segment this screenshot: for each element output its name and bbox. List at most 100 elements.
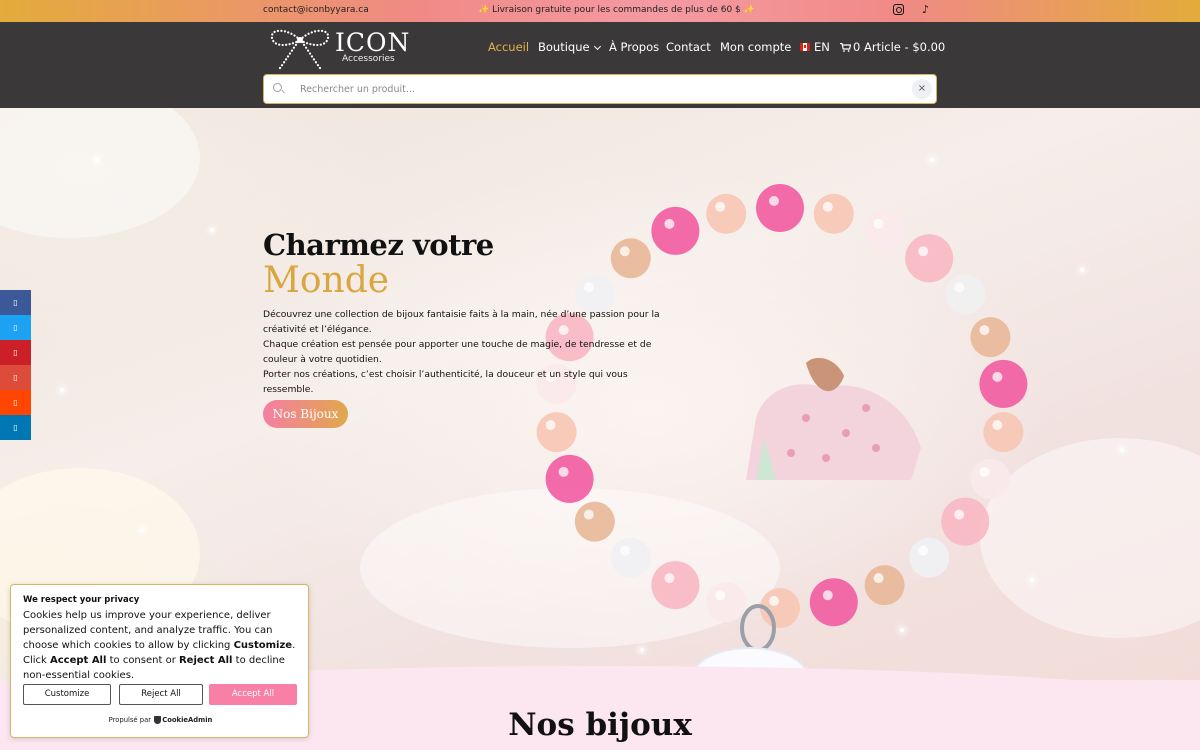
- tiktok-icon[interactable]: ♪: [922, 3, 929, 16]
- hero-title-line1: Charmez votre: [263, 228, 494, 262]
- instagram-icon[interactable]: [893, 4, 904, 15]
- clear-search-button[interactable]: ×: [912, 79, 932, 99]
- nav-account[interactable]: Mon compte: [720, 40, 791, 54]
- nav-home[interactable]: Accueil: [488, 40, 529, 54]
- brand-tagline: Accessories: [342, 54, 395, 64]
- bead: [813, 193, 854, 234]
- bead: [941, 497, 990, 546]
- cookieadmin-link[interactable]: CookieAdmin: [162, 716, 212, 724]
- sparkle: [60, 388, 64, 392]
- share-reddit-button[interactable]: ▯: [0, 390, 31, 415]
- shop-jewelry-button[interactable]: Nos Bijoux: [263, 400, 348, 428]
- bead: [864, 565, 905, 606]
- bead: [864, 210, 905, 251]
- bead-highlight: [873, 573, 884, 584]
- brand-name[interactable]: ICON: [335, 28, 410, 57]
- hero-description-3: Porter nos créations, c’est choisir l’au…: [263, 369, 628, 395]
- bead-highlight: [873, 218, 884, 229]
- shield-icon: [154, 716, 162, 724]
- cookie-accept-button[interactable]: Accept All: [209, 684, 297, 705]
- bead-highlight: [769, 196, 779, 206]
- sparkle: [140, 528, 144, 532]
- bead-highlight: [545, 420, 556, 431]
- bead: [651, 206, 700, 255]
- bead: [809, 578, 858, 627]
- share-pinterest-button[interactable]: ▯: [0, 340, 31, 365]
- bead-highlight: [619, 545, 630, 556]
- nav-about[interactable]: À Propos: [609, 40, 659, 54]
- cookie-title: We respect your privacy: [23, 595, 140, 605]
- canada-flag-icon: [800, 42, 810, 51]
- bead: [983, 412, 1024, 453]
- bead-highlight: [583, 282, 594, 293]
- bead-highlight: [822, 201, 833, 212]
- bead-highlight: [769, 596, 779, 606]
- share-google-button[interactable]: ▯: [0, 365, 31, 390]
- bead-highlight: [583, 509, 594, 520]
- sparkle: [1120, 448, 1124, 452]
- sparkle: [95, 158, 99, 162]
- cookie-message: Cookies help us improve your experience,…: [23, 608, 303, 683]
- contact-email-link[interactable]: contact@iconbyyara.ca: [263, 5, 369, 15]
- bead: [545, 454, 594, 503]
- share-facebook-button[interactable]: ▯: [0, 290, 31, 315]
- powered-by-label: Propulsé par: [108, 716, 152, 724]
- sparkle: [210, 228, 214, 232]
- search-icon[interactable]: [273, 83, 282, 92]
- bead-highlight: [954, 509, 965, 520]
- cookie-text-reject: Reject All: [178, 655, 233, 666]
- nav-shop-label: Boutique: [538, 40, 590, 54]
- share-twitter-button[interactable]: ▯: [0, 315, 31, 340]
- bead: [756, 184, 804, 232]
- bead: [706, 193, 747, 234]
- bead-highlight: [992, 371, 1003, 382]
- cart-summary: 0 Article - $0.00: [853, 40, 946, 54]
- bead-highlight: [918, 246, 929, 257]
- bead: [979, 359, 1028, 408]
- language-label: EN: [814, 40, 830, 54]
- cookie-text-customize: Customize: [233, 640, 293, 651]
- bead: [970, 458, 1011, 499]
- bead: [706, 582, 747, 623]
- bead: [651, 561, 700, 610]
- search-input[interactable]: [300, 80, 890, 98]
- bead-highlight: [715, 201, 726, 212]
- hero-description-1: Découvrez une collection de bijoux fanta…: [263, 309, 660, 335]
- bead: [610, 537, 651, 578]
- bead: [909, 537, 950, 578]
- bead-highlight: [918, 545, 929, 556]
- site-header: ICON Accessories Accueil Boutique À Prop…: [0, 22, 1200, 108]
- hero-title-line2: Monde: [263, 260, 390, 301]
- bead-highlight: [664, 573, 675, 584]
- girl-photo: [746, 357, 921, 480]
- sparkle: [1080, 268, 1084, 272]
- cookie-text: to consent or: [106, 655, 179, 666]
- cookie-powered-by: Propulsé par CookieAdmin: [11, 716, 310, 724]
- bead-highlight: [979, 325, 990, 336]
- bead-highlight: [664, 218, 675, 229]
- bead: [610, 238, 651, 279]
- bead-highlight: [619, 246, 630, 257]
- bead-highlight: [954, 282, 965, 293]
- product-search-bar: ×: [263, 74, 937, 104]
- bead-highlight: [715, 590, 726, 601]
- bead-highlight: [558, 466, 569, 477]
- cookie-customize-button[interactable]: Customize: [23, 684, 111, 705]
- bead: [970, 317, 1011, 358]
- cart-link[interactable]: 0 Article - $0.00: [840, 40, 945, 54]
- silk-highlight: [0, 108, 200, 238]
- share-linkedin-button[interactable]: ▯: [0, 415, 31, 440]
- top-bar: contact@iconbyyara.ca ✨ Livraison gratui…: [0, 0, 1200, 22]
- charm-ring: [740, 604, 776, 652]
- nav-contact[interactable]: Contact: [666, 40, 711, 54]
- free-shipping-banner: ✨ Livraison gratuite pour les commandes …: [478, 5, 755, 15]
- nav-shop[interactable]: Boutique: [538, 40, 601, 54]
- bead-highlight: [992, 420, 1003, 431]
- cart-icon: [840, 42, 852, 52]
- cookie-reject-button[interactable]: Reject All: [119, 684, 203, 705]
- cookie-text-accept: Accept All: [50, 655, 107, 666]
- language-switcher[interactable]: EN: [800, 40, 830, 54]
- cookie-consent-banner: We respect your privacy Cookies help us …: [10, 584, 309, 738]
- bead: [574, 501, 615, 542]
- chevron-down-icon: [593, 42, 601, 51]
